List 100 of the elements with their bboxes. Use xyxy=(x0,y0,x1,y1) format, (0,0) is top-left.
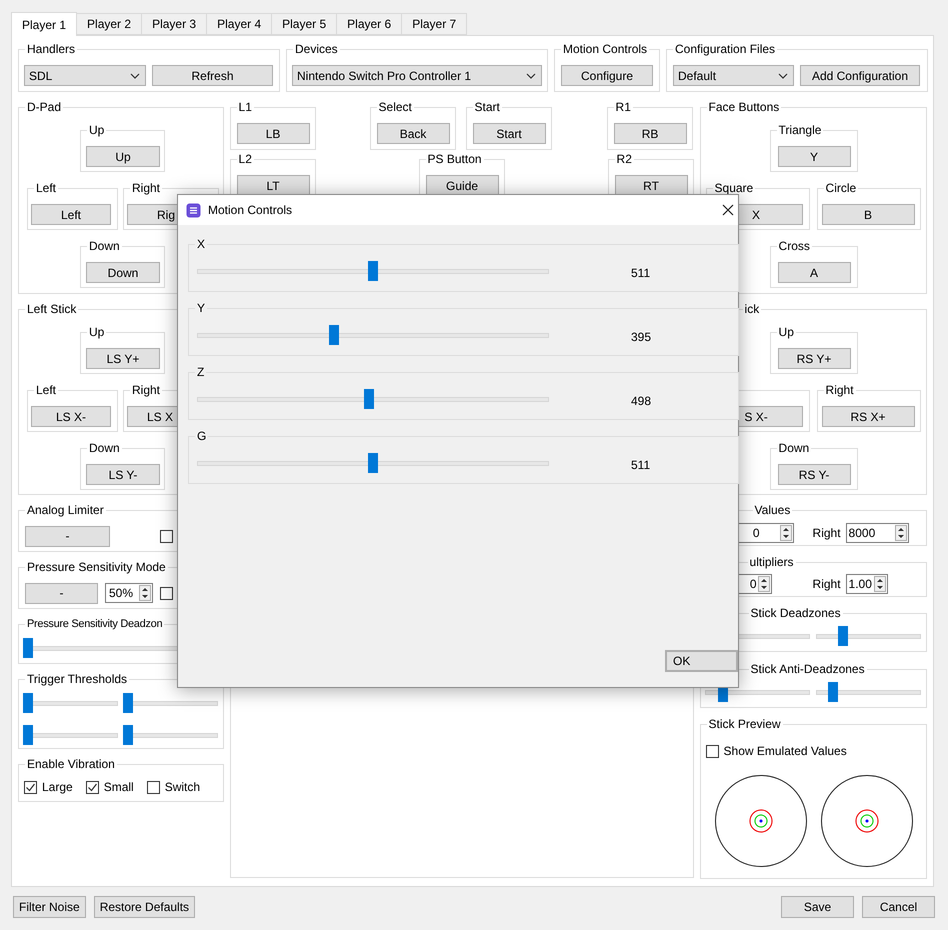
mapping-button[interactable]: RS Y+ xyxy=(778,348,851,369)
tab[interactable]: Player 4 xyxy=(206,13,272,35)
axis-reading: 395 xyxy=(631,329,652,346)
mapping-button[interactable]: A xyxy=(778,262,851,283)
checkbox[interactable] xyxy=(160,530,173,542)
checkbox[interactable] xyxy=(146,780,160,794)
button[interactable]: Add Configuration xyxy=(800,65,920,86)
tab[interactable]: Player 7 xyxy=(401,13,468,35)
group-label: Up xyxy=(87,123,106,137)
mapping-button[interactable]: LS Y- xyxy=(86,464,160,485)
group-label: Up xyxy=(776,325,796,339)
button[interactable]: Cancel xyxy=(862,896,935,918)
spin-box[interactable]: 1.00 xyxy=(846,574,888,594)
group-label: Left xyxy=(34,383,58,397)
mapping-button[interactable]: RS Y- xyxy=(778,464,851,485)
slider-thumb[interactable] xyxy=(123,693,133,713)
slider[interactable] xyxy=(23,693,118,713)
tab[interactable]: Player 1 xyxy=(11,12,78,36)
mapping-button[interactable]: Y xyxy=(778,146,851,167)
spin-arrows-icon xyxy=(139,585,151,601)
check-icon xyxy=(86,782,98,792)
group-label: Configuration Files xyxy=(673,42,778,56)
slider[interactable] xyxy=(197,261,549,281)
slider-thumb[interactable] xyxy=(23,638,33,658)
app-icon xyxy=(186,202,201,218)
dropdown[interactable]: Default xyxy=(673,65,794,86)
slider-thumb[interactable] xyxy=(364,389,374,409)
dropdown[interactable]: SDL xyxy=(24,65,146,86)
button[interactable]: Restore Defaults xyxy=(94,896,196,918)
slider[interactable] xyxy=(197,389,549,409)
button[interactable]: Refresh xyxy=(152,65,273,86)
mapping-button[interactable]: Start xyxy=(472,123,546,144)
slider-thumb[interactable] xyxy=(23,724,33,744)
slider-thumb[interactable] xyxy=(368,261,378,281)
mapping-button[interactable]: RS X+ xyxy=(822,406,915,427)
group-label: Pressure Sensitivity Mode xyxy=(25,560,168,574)
axis-reading: 498 xyxy=(631,393,652,410)
mapping-button[interactable]: B xyxy=(822,204,915,225)
mapping-button[interactable]: Back xyxy=(376,123,450,144)
group-label: Down xyxy=(776,441,812,455)
group-label: Values xyxy=(752,503,792,517)
slider-thumb[interactable] xyxy=(123,724,133,744)
group-label: Z xyxy=(195,365,206,379)
mapping-button[interactable]: LB xyxy=(236,123,310,144)
ok-button[interactable]: OK xyxy=(665,650,738,672)
button[interactable]: Configure xyxy=(561,65,653,86)
button[interactable]: Save xyxy=(781,896,854,918)
mapping-button[interactable]: Down xyxy=(86,262,160,283)
tab[interactable]: Player 3 xyxy=(141,13,208,35)
slider[interactable] xyxy=(816,682,921,702)
slider[interactable] xyxy=(197,325,549,345)
button[interactable]: - xyxy=(25,582,98,604)
group-label: Cross xyxy=(776,239,812,253)
slider-thumb[interactable] xyxy=(329,325,339,345)
group-label: R1 xyxy=(614,100,633,114)
checkbox-label: Switch xyxy=(164,779,200,796)
checkbox[interactable] xyxy=(706,744,719,758)
mapping-button[interactable]: LT xyxy=(236,175,310,196)
tab[interactable]: Player 5 xyxy=(271,13,338,35)
group-label: PS Button xyxy=(426,152,484,166)
group-label: Stick Anti-Deadzones xyxy=(748,662,867,676)
spin-box[interactable]: 50% xyxy=(105,583,153,603)
group-label: Down xyxy=(87,441,122,455)
slider-thumb[interactable] xyxy=(368,453,378,473)
mapping-button[interactable]: Left xyxy=(31,204,111,225)
group-label: D-Pad xyxy=(25,100,64,114)
slider[interactable] xyxy=(197,453,549,473)
group-label: Motion Controls xyxy=(561,42,650,56)
close-icon[interactable] xyxy=(722,204,734,216)
slider-thumb[interactable] xyxy=(23,693,33,713)
spin-arrows-icon xyxy=(780,524,792,540)
group-label: R2 xyxy=(614,152,634,166)
group-label: Enable Vibration xyxy=(25,757,117,771)
slider[interactable] xyxy=(123,693,218,713)
dropdown[interactable]: Nintendo Switch Pro Controller 1 xyxy=(292,65,542,86)
group-label: Left xyxy=(34,181,58,195)
spin-arrows-icon xyxy=(758,576,770,592)
spin-box[interactable]: 8000 xyxy=(846,522,909,542)
mapping-button[interactable]: Guide xyxy=(426,175,499,196)
mapping-button[interactable]: Up xyxy=(86,146,160,167)
button[interactable]: - xyxy=(25,526,110,546)
group-label: Left Stick xyxy=(25,302,78,316)
mapping-button[interactable]: LS Y+ xyxy=(86,348,160,369)
group-label: Handlers xyxy=(25,42,78,56)
slider-thumb[interactable] xyxy=(838,626,848,646)
mapping-button[interactable]: RT xyxy=(614,175,688,196)
mapping-button[interactable]: LS X- xyxy=(31,406,111,427)
tab[interactable]: Player 2 xyxy=(76,13,142,35)
button[interactable]: Filter Noise xyxy=(13,896,86,918)
slider-thumb[interactable] xyxy=(828,682,838,702)
mapping-button[interactable]: RB xyxy=(614,123,687,144)
group-label: ultipliers xyxy=(748,555,796,569)
axis-reading: 511 xyxy=(631,265,650,282)
tab[interactable]: Player 6 xyxy=(336,13,402,35)
checkbox[interactable] xyxy=(24,780,37,794)
slider[interactable] xyxy=(23,724,118,744)
checkbox[interactable] xyxy=(160,586,173,600)
slider[interactable] xyxy=(816,626,921,646)
checkbox[interactable] xyxy=(86,780,99,794)
slider[interactable] xyxy=(123,724,218,744)
